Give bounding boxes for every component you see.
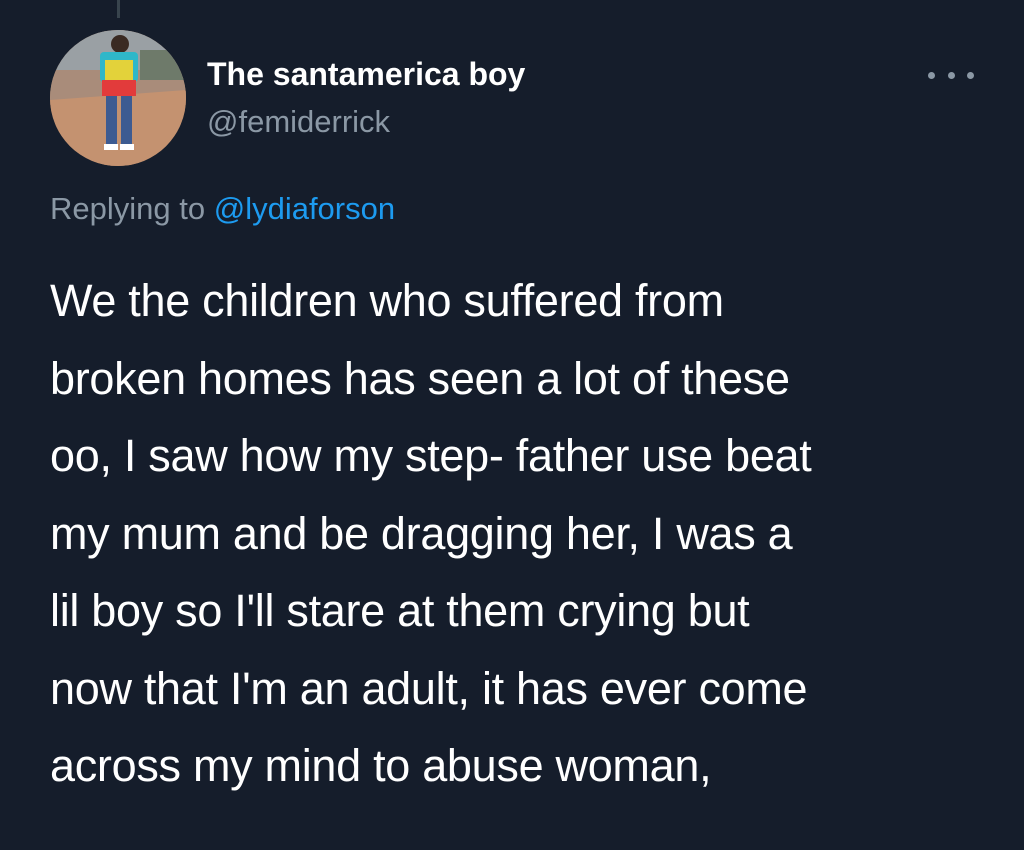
more-options-icon[interactable]	[928, 64, 974, 86]
avatar[interactable]	[50, 30, 186, 166]
tweet-line: oo, I saw how my step- father use beat	[50, 430, 812, 481]
tweet-line: my mum and be dragging her, I was a	[50, 507, 793, 559]
replying-to: Replying to @lydiaforson	[50, 191, 395, 227]
more-dot	[947, 71, 955, 79]
tweet-line: lil boy so I'll stare at them crying but	[50, 585, 750, 636]
tweet-line: now that I'm an adult, it has ever come	[50, 662, 808, 714]
tweet-line: across my mind to abuse woman,	[50, 740, 712, 791]
thread-connector-line	[117, 0, 120, 18]
avatar-photo	[50, 30, 186, 166]
tweet-line: We the children who suffered from	[50, 275, 724, 326]
author-handle[interactable]: @femiderrick	[207, 104, 390, 140]
tweet-text: We the children who suffered from broken…	[50, 262, 1010, 805]
author-display-name[interactable]: The santamerica boy	[207, 56, 525, 93]
replying-to-label: Replying to	[50, 191, 214, 226]
tweet-line: broken homes has seen a lot of these	[50, 352, 790, 404]
reply-mention-link[interactable]: @lydiaforson	[214, 191, 395, 226]
more-dot	[967, 71, 974, 79]
more-dot	[928, 71, 935, 79]
